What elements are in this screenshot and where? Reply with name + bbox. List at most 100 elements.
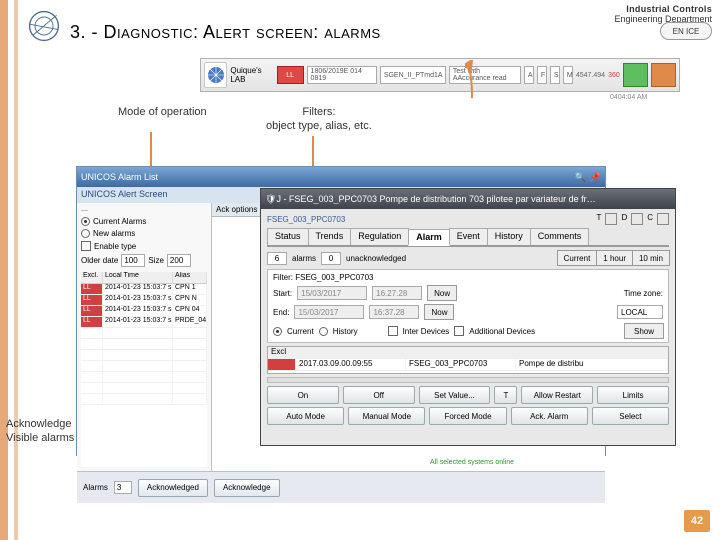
page-number: 42 (684, 510, 710, 532)
radio-new[interactable]: New alarms (81, 229, 207, 238)
tb-val2: 360 (608, 72, 620, 79)
tb-btn-a[interactable]: A (524, 66, 534, 84)
alert-bottom: Alarms 3 Acknowledged Acknowledge (77, 471, 605, 503)
table-row (81, 339, 207, 350)
tab-status[interactable]: Status (267, 228, 309, 245)
tb-field-2[interactable]: SGEN_II_PTmd1A (380, 66, 446, 84)
label-filters: Filters: object type, alias, etc. (266, 106, 372, 134)
tab-history[interactable]: History (487, 228, 531, 245)
seg-current[interactable]: Current (557, 250, 598, 266)
fw-titlebar[interactable]: 🛡 J - FSEG_003_PPC0703 Pompe de distribu… (261, 189, 675, 209)
chk-inter[interactable] (388, 326, 398, 336)
btn-auto[interactable]: Auto Mode (267, 407, 344, 425)
start-time[interactable]: 16.27.28 (372, 286, 422, 300)
tb-field-3[interactable]: Test with AAccurance read (449, 66, 521, 84)
filter-box: Filter: FSEG_003_PPC0703 Start: 15/03/20… (267, 269, 669, 343)
table-row (81, 350, 207, 361)
btn-on[interactable]: On (267, 386, 339, 404)
btn-off[interactable]: Off (343, 386, 415, 404)
hscroll[interactable] (267, 377, 669, 383)
table-row[interactable]: LL2014-01-23 15:03:7 s.1PRDE_04 (81, 317, 207, 328)
size-input[interactable]: 200 (167, 254, 191, 267)
btn-limits[interactable]: Limits (597, 386, 669, 404)
tb-orange-button[interactable] (651, 63, 676, 87)
label-ack: Acknowledge Visible alarms (6, 418, 74, 446)
older-input[interactable]: 100 (121, 254, 145, 267)
end-date[interactable]: 15/03/2017 (294, 305, 364, 319)
tab-comments[interactable]: Comments (530, 228, 590, 245)
fw-tabs: Status Trends Regulation Alarm Event His… (267, 228, 669, 247)
lab-icon[interactable] (204, 62, 227, 88)
check-enable[interactable]: Enable type (81, 241, 207, 251)
unack-n: 0 (321, 252, 341, 265)
btn-forced[interactable]: Forced Mode (429, 407, 506, 425)
cern-logo (26, 8, 62, 44)
start-date[interactable]: 15/03/2017 (297, 286, 367, 300)
end-time[interactable]: 16:37.28 (369, 305, 419, 319)
btn-ackalarm[interactable]: Ack. Alarm (511, 407, 588, 425)
tab-event[interactable]: Event (449, 228, 488, 245)
alert-left-panel: — Current Alarms New alarms Enable type … (77, 203, 212, 471)
org-top: Industrial Controls (614, 4, 712, 14)
alarm-n: 6 (267, 252, 287, 265)
led-c (657, 213, 669, 225)
radio-current[interactable]: Current Alarms (81, 217, 207, 226)
search-icon[interactable]: 🔍 (575, 172, 586, 183)
chk-add[interactable] (454, 326, 464, 336)
radio-current[interactable] (273, 327, 282, 336)
ack-button[interactable]: Acknowledged (138, 479, 208, 497)
tab-trends[interactable]: Trends (308, 228, 352, 245)
toolbar-red[interactable]: LL (277, 66, 304, 84)
table-row (81, 361, 207, 372)
alert-title: UNICOS Alarm List (81, 172, 158, 182)
slide-title: 3. - Diagnostic: Alert screen: alarms (70, 22, 381, 43)
header-org: Industrial Controls Engineering Departme… (614, 4, 712, 24)
list-item[interactable]: 2017.03.09.00.09:55FSEG_003_PPC0703Pompe… (268, 359, 668, 371)
table-row (81, 394, 207, 405)
faceplate-window: 🛡 J - FSEG_003_PPC0703 Pompe de distribu… (260, 188, 676, 446)
btn-select[interactable]: Select (592, 407, 669, 425)
tab-regulation[interactable]: Regulation (350, 228, 409, 245)
title-prefix: 3. - (70, 22, 104, 42)
tab-alarm[interactable]: Alarm (408, 229, 450, 246)
btn-allowrestart[interactable]: Allow Restart (521, 386, 593, 404)
seg-1hour[interactable]: 1 hour (596, 250, 633, 266)
app-toolbar: Quique's LAB LL 1806/2019E 014 0819 SGEN… (200, 58, 680, 92)
filter-label: Filter: FSEG_003_PPC0703 (273, 273, 663, 282)
tz-select[interactable]: LOCAL (617, 305, 663, 319)
enice-badge: EN ICE (660, 22, 712, 40)
fw-obj: FSEG_003_PPC0703 (267, 215, 345, 224)
table-row (81, 372, 207, 383)
shield-icon: 🛡 (265, 194, 276, 205)
table-row[interactable]: LL2014-01-23 15:03:7 s.1CPN 1 (81, 284, 207, 295)
label-mode: Mode of operation (118, 106, 207, 120)
now-start[interactable]: Now (427, 285, 457, 301)
pin-icon[interactable]: 📌 (590, 172, 601, 183)
now-end[interactable]: Now (424, 304, 454, 320)
table-row[interactable]: LL2014-01-23 15:03:7 s.1CPN N (81, 295, 207, 306)
show-button[interactable]: Show (624, 323, 664, 339)
fw-list[interactable]: Excl 2017.03.09.00.09:55FSEG_003_PPC0703… (267, 346, 669, 374)
led-t (605, 213, 617, 225)
tb-green-button[interactable] (623, 63, 648, 87)
radio-history[interactable] (319, 327, 328, 336)
status-online: All selected systems online (430, 459, 514, 466)
led-d (631, 213, 643, 225)
seg-10min[interactable]: 10 min (632, 250, 670, 266)
tb-btn-m[interactable]: M (563, 66, 573, 84)
lab-label: Quique's LAB (230, 66, 273, 84)
fw-title-text: J - FSEG_003_PPC0703 Pompe de distributi… (276, 194, 596, 204)
btn-manual[interactable]: Manual Mode (348, 407, 425, 425)
tb-btn-f[interactable]: F (537, 66, 547, 84)
btn-t[interactable]: T (494, 386, 517, 404)
title-suffix: alarms (324, 22, 380, 42)
tb-val1: 4547.494 (576, 72, 605, 79)
btn-setvalue[interactable]: Set Value... (419, 386, 491, 404)
ack2-button[interactable]: Acknowledge (214, 479, 280, 497)
table-row[interactable]: LL2014-01-23 15:03:7 s.1CPN 04 (81, 306, 207, 317)
tb-btn-s[interactable]: S (550, 66, 560, 84)
alarm-count: 3 (114, 481, 132, 494)
tb-field-1[interactable]: 1806/2019E 014 0819 (307, 66, 377, 84)
title-main: Diagnostic: Alert screen: (104, 22, 319, 42)
alert-window-titlebar[interactable]: UNICOS Alarm List 🔍 📌 (77, 167, 605, 187)
